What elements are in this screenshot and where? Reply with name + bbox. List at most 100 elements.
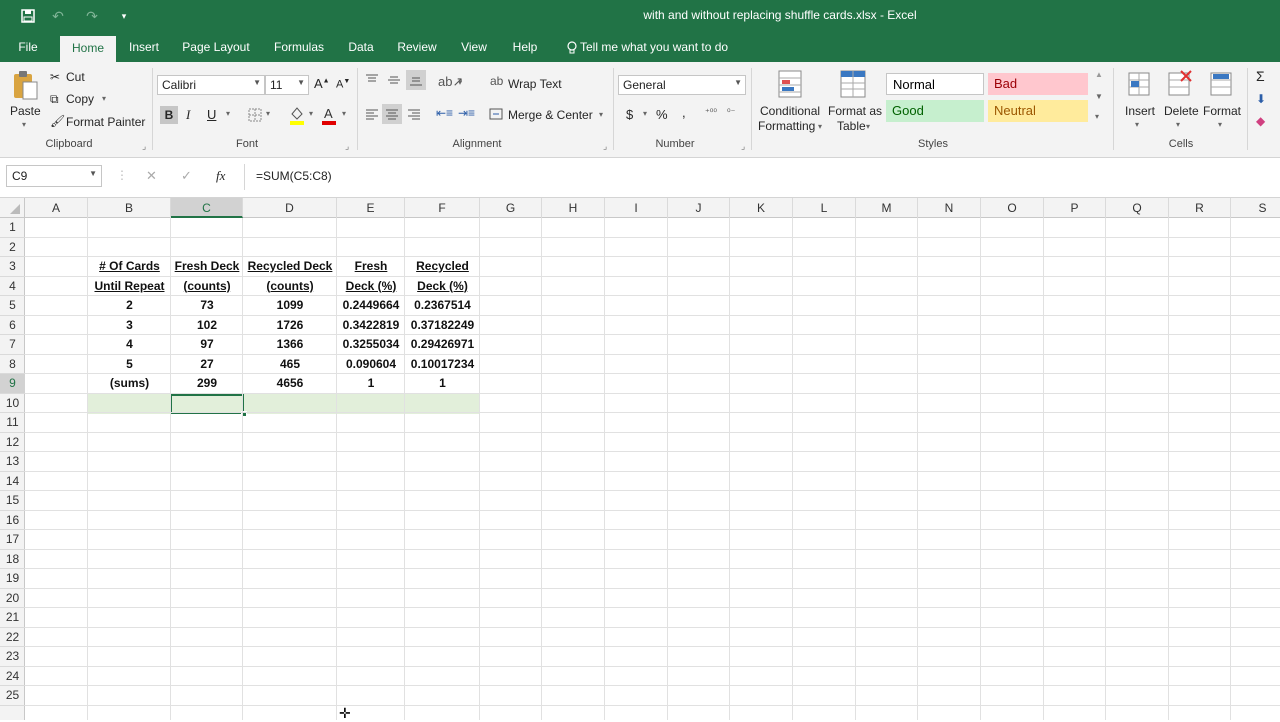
styles-scroll-down-icon[interactable]: ▼ — [1095, 92, 1103, 101]
tab-home[interactable]: Home — [60, 36, 116, 62]
cell-b7[interactable]: 4 — [88, 335, 171, 355]
decrease-indent-icon[interactable]: ⇤≡ — [436, 106, 453, 120]
paste-icon[interactable] — [10, 68, 40, 102]
header-cell-b4[interactable]: Until Repeat — [88, 277, 171, 297]
clipboard-launcher-icon[interactable]: ⌟ — [142, 141, 146, 152]
header-cell-e4[interactable]: Deck (%) — [337, 277, 405, 297]
style-neutral[interactable]: Neutral — [988, 100, 1088, 122]
column-header-g[interactable]: G — [480, 198, 542, 218]
format-as-table-label[interactable]: Table — [837, 119, 866, 133]
tab-view[interactable]: View — [456, 32, 492, 62]
column-header-r[interactable]: R — [1169, 198, 1231, 218]
number-format-select[interactable]: General ▼ — [618, 75, 746, 95]
cell-c9[interactable]: 299 — [171, 374, 243, 394]
style-good[interactable]: Good — [886, 100, 984, 122]
cell-f8[interactable]: 0.10017234 — [405, 355, 480, 375]
row-header-21[interactable]: 21 — [0, 608, 25, 628]
header-cell-d3[interactable]: Recycled Deck — [243, 257, 337, 277]
cell-e8[interactable]: 0.090604 — [337, 355, 405, 375]
name-box[interactable]: C9 ▼ — [6, 165, 102, 187]
merge-center-dropdown-icon[interactable]: ▾ — [599, 110, 603, 119]
row-header-2[interactable]: 2 — [0, 238, 25, 257]
borders-icon[interactable] — [246, 106, 264, 124]
cell-d9[interactable]: 4656 — [243, 374, 337, 394]
header-cell-e3[interactable]: Fresh — [337, 257, 405, 277]
cell-d8[interactable]: 465 — [243, 355, 337, 375]
align-left-icon[interactable] — [364, 106, 380, 122]
paste-button[interactable]: Paste — [10, 104, 41, 118]
column-header-l[interactable]: L — [793, 198, 856, 218]
row-header-5[interactable]: 5 — [0, 296, 25, 316]
insert-function-icon[interactable]: fx — [216, 168, 225, 184]
row-header-24[interactable]: 24 — [0, 667, 25, 686]
cell-b8[interactable]: 5 — [88, 355, 171, 375]
percent-style-button[interactable]: % — [656, 107, 668, 122]
fill-icon[interactable]: ⬇ — [1256, 92, 1266, 106]
insert-cells-icon[interactable] — [1126, 68, 1154, 100]
column-header-b[interactable]: B — [88, 198, 171, 218]
cell-b6[interactable]: 3 — [88, 316, 171, 336]
paste-dropdown-icon[interactable]: ▾ — [22, 120, 26, 129]
header-cell-b3[interactable]: # Of Cards — [88, 257, 171, 277]
row-header-22[interactable]: 22 — [0, 628, 25, 647]
tab-help[interactable]: Help — [508, 32, 542, 62]
cell-e7[interactable]: 0.3255034 — [337, 335, 405, 355]
conditional-formatting-button[interactable]: Conditional — [760, 104, 820, 118]
cell-d7[interactable]: 1366 — [243, 335, 337, 355]
format-as-table-dropdown-icon[interactable]: ▾ — [866, 122, 870, 131]
column-header-k[interactable]: K — [730, 198, 793, 218]
autosum-icon[interactable]: Σ — [1256, 68, 1265, 84]
format-cells-button[interactable]: Format — [1203, 104, 1241, 118]
cell-area[interactable]: # Of Cards Fresh Deck Recycled Deck Fresh Re… — [25, 218, 1280, 720]
fill-color-icon[interactable] — [288, 104, 306, 126]
row-header-16[interactable]: 16 — [0, 511, 25, 530]
cell-c6[interactable]: 102 — [171, 316, 243, 336]
column-header-p[interactable]: P — [1044, 198, 1106, 218]
cell-e9[interactable]: 1 — [337, 374, 405, 394]
column-header-a[interactable]: A — [25, 198, 88, 218]
clear-icon[interactable]: ◆ — [1256, 114, 1265, 128]
style-normal[interactable]: Normal — [886, 73, 984, 95]
row-header-19[interactable]: 19 — [0, 569, 25, 589]
cell-e6[interactable]: 0.3422819 — [337, 316, 405, 336]
format-painter-button[interactable]: Format Painter — [66, 115, 145, 129]
font-color-icon[interactable]: A — [320, 104, 338, 126]
bold-button[interactable]: B — [160, 106, 178, 124]
row-header-14[interactable]: 14 — [0, 472, 25, 491]
row-header-9[interactable]: 9 — [0, 374, 25, 394]
row-header-15[interactable]: 15 — [0, 491, 25, 511]
row-header-20[interactable]: 20 — [0, 589, 25, 608]
merge-center-button[interactable]: Merge & Center — [508, 108, 593, 122]
cell-e5[interactable]: 0.2449664 — [337, 296, 405, 316]
row-header-11[interactable]: 11 — [0, 413, 25, 433]
row-header-7[interactable]: 7 — [0, 335, 25, 355]
row-header-4[interactable]: 4 — [0, 277, 25, 296]
format-cells-icon[interactable] — [1208, 68, 1236, 100]
row-header-12[interactable]: 12 — [0, 433, 25, 452]
cell-c7[interactable]: 97 — [171, 335, 243, 355]
align-right-icon[interactable] — [406, 106, 422, 122]
column-header-j[interactable]: J — [668, 198, 730, 218]
row-header-8[interactable]: 8 — [0, 355, 25, 374]
style-bad[interactable]: Bad — [988, 73, 1088, 95]
tab-formulas[interactable]: Formulas — [268, 32, 330, 62]
column-header-o[interactable]: O — [981, 198, 1044, 218]
merge-center-icon[interactable] — [488, 106, 504, 122]
formula-input[interactable]: =SUM(C5:C8) — [256, 169, 332, 183]
middle-align-icon[interactable] — [386, 72, 402, 88]
delete-dropdown-icon[interactable]: ▾ — [1176, 120, 1180, 129]
comma-style-button[interactable]: , — [682, 105, 686, 120]
column-header-s[interactable]: S — [1231, 198, 1280, 218]
increase-indent-icon[interactable]: ⇥≡ — [458, 106, 475, 120]
copy-dropdown-icon[interactable]: ▾ — [102, 94, 106, 103]
header-cell-d4[interactable]: (counts) — [243, 277, 337, 297]
decrease-decimal-icon[interactable]: ⁰⁻ — [727, 107, 735, 118]
cell-d6[interactable]: 1726 — [243, 316, 337, 336]
cancel-icon[interactable]: ✕ — [146, 168, 157, 184]
name-box-dropdown-icon[interactable]: ▼ — [89, 169, 97, 178]
format-as-table-button[interactable]: Format as — [828, 104, 882, 118]
italic-button[interactable]: I — [186, 107, 190, 123]
cut-icon[interactable]: ✂ — [50, 70, 60, 84]
column-header-f[interactable]: F — [405, 198, 480, 218]
insert-cells-button[interactable]: Insert — [1125, 104, 1155, 118]
